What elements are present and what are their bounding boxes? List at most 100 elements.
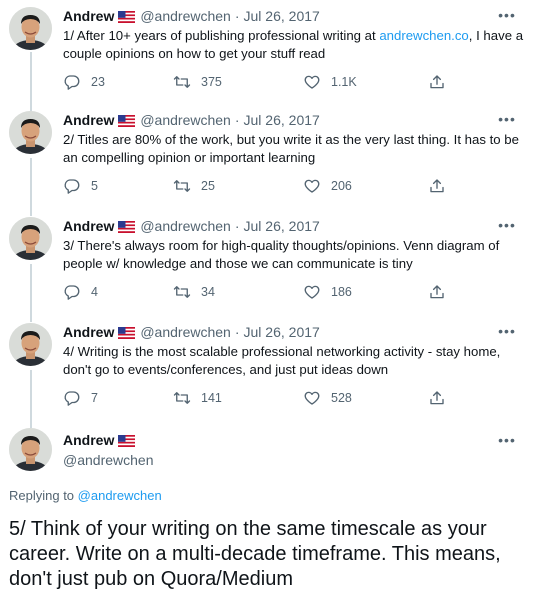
tweet-date[interactable]: Jul 26, 2017 — [244, 218, 320, 234]
tweet-link[interactable]: andrewchen.co — [379, 28, 468, 43]
like-count: 206 — [331, 179, 352, 193]
us-flag-icon — [118, 221, 136, 233]
retweet-icon — [173, 76, 191, 88]
tweet-date[interactable]: Jul 26, 2017 — [244, 112, 320, 128]
like-button[interactable]: 1.1K — [303, 73, 357, 91]
author-name[interactable]: Andrew — [63, 324, 114, 340]
us-flag-icon — [118, 327, 136, 339]
reply-button[interactable]: 23 — [63, 73, 105, 91]
tweet-header: Andrew — [63, 432, 140, 448]
more-icon[interactable]: ••• — [497, 6, 517, 24]
tweet-header: Andrew @andrewchen · Jul 26, 2017 — [63, 7, 320, 25]
retweet-count: 141 — [201, 391, 222, 405]
more-icon[interactable]: ••• — [497, 216, 517, 234]
tweet-date[interactable]: Jul 26, 2017 — [244, 324, 320, 340]
us-flag-icon — [118, 435, 136, 447]
heart-icon — [304, 285, 320, 299]
tweet[interactable]: Andrew @andrewchen · Jul 26, 2017 ••• 3/… — [0, 210, 533, 316]
like-button[interactable]: 528 — [303, 389, 352, 407]
reply-icon — [64, 285, 80, 300]
author-name[interactable]: Andrew — [63, 112, 114, 128]
share-button[interactable] — [428, 389, 446, 407]
more-icon[interactable]: ••• — [497, 322, 517, 340]
replying-prefix: Replying to — [9, 488, 78, 503]
author-handle[interactable]: @andrewchen — [63, 452, 154, 468]
heart-icon — [304, 75, 320, 89]
avatar[interactable] — [9, 217, 52, 260]
tweet-actions: 5 25 206 — [63, 177, 463, 195]
tweet-text-part: 1/ After 10+ years of publishing profess… — [63, 28, 380, 43]
tweet-thread: Andrew @andrewchen · Jul 26, 2017 ••• 1/… — [0, 0, 533, 594]
avatar[interactable] — [9, 111, 52, 154]
reply-count: 23 — [91, 75, 105, 89]
author-name[interactable]: Andrew — [63, 432, 114, 448]
share-icon — [430, 179, 444, 193]
reply-button[interactable]: 4 — [63, 283, 98, 301]
author-name[interactable]: Andrew — [63, 8, 114, 24]
share-icon — [430, 391, 444, 405]
tweet-text: 4/ Writing is the most scalable professi… — [63, 343, 525, 379]
retweet-count: 34 — [201, 285, 215, 299]
like-count: 528 — [331, 391, 352, 405]
main-tweet: Andrew @andrewchen ••• Replying to @andr… — [0, 422, 533, 594]
like-button[interactable]: 206 — [303, 177, 352, 195]
author-handle[interactable]: @andrewchen — [140, 112, 231, 128]
reply-button[interactable]: 7 — [63, 389, 98, 407]
share-icon — [430, 75, 444, 89]
tweet[interactable]: Andrew @andrewchen · Jul 26, 2017 ••• 4/… — [0, 316, 533, 422]
share-button[interactable] — [428, 283, 446, 301]
retweet-button[interactable]: 375 — [173, 73, 222, 91]
tweet-text-part: 4/ Writing is the most scalable professi… — [63, 344, 501, 377]
author-handle[interactable]: @andrewchen — [140, 8, 231, 24]
tweet-text-part: 3/ There's always room for high-quality … — [63, 238, 500, 271]
reply-count: 4 — [91, 285, 98, 299]
author-handle[interactable]: @andrewchen — [140, 324, 231, 340]
reply-icon — [64, 179, 80, 194]
share-button[interactable] — [428, 73, 446, 91]
like-button[interactable]: 186 — [303, 283, 352, 301]
reply-button[interactable]: 5 — [63, 177, 98, 195]
reply-count: 7 — [91, 391, 98, 405]
more-icon[interactable]: ••• — [497, 431, 517, 449]
share-icon — [430, 285, 444, 299]
author-name[interactable]: Andrew — [63, 218, 114, 234]
retweet-button[interactable]: 34 — [173, 283, 215, 301]
replying-to: Replying to @andrewchen — [9, 488, 162, 503]
tweet-header: Andrew @andrewchen · Jul 26, 2017 — [63, 217, 320, 235]
share-button[interactable] — [428, 177, 446, 195]
more-icon[interactable]: ••• — [497, 110, 517, 128]
replying-to-link[interactable]: @andrewchen — [78, 488, 162, 503]
author-handle[interactable]: @andrewchen — [140, 218, 231, 234]
retweet-icon — [173, 286, 191, 298]
retweet-button[interactable]: 141 — [173, 389, 222, 407]
heart-icon — [304, 179, 320, 193]
tweet-actions: 7 141 528 — [63, 389, 463, 407]
tweet-text: 1/ After 10+ years of publishing profess… — [63, 27, 525, 63]
us-flag-icon — [118, 11, 136, 23]
like-count: 186 — [331, 285, 352, 299]
separator: · — [234, 324, 240, 340]
reply-count: 5 — [91, 179, 98, 193]
avatar[interactable] — [9, 428, 52, 471]
retweet-icon — [173, 180, 191, 192]
retweet-button[interactable]: 25 — [173, 177, 215, 195]
like-count: 1.1K — [331, 75, 357, 89]
tweet-date[interactable]: Jul 26, 2017 — [244, 8, 320, 24]
tweet-text-part: 2/ Titles are 80% of the work, but you w… — [63, 132, 519, 165]
tweet-header: Andrew @andrewchen · Jul 26, 2017 — [63, 111, 320, 129]
reply-icon — [64, 75, 80, 90]
tweet[interactable]: Andrew @andrewchen · Jul 26, 2017 ••• 2/… — [0, 104, 533, 210]
tweet-text: 3/ There's always room for high-quality … — [63, 237, 525, 273]
avatar[interactable] — [9, 323, 52, 366]
avatar[interactable] — [9, 7, 52, 50]
retweet-count: 25 — [201, 179, 215, 193]
tweet[interactable]: Andrew @andrewchen · Jul 26, 2017 ••• 1/… — [0, 0, 533, 104]
separator: · — [234, 8, 240, 24]
main-tweet-text: 5/ Think of your writing on the same tim… — [9, 518, 501, 590]
retweet-count: 375 — [201, 75, 222, 89]
separator: · — [234, 218, 240, 234]
tweet-actions: 23 375 1.1K — [63, 73, 463, 91]
tweet-header: Andrew @andrewchen · Jul 26, 2017 — [63, 323, 320, 341]
us-flag-icon — [118, 115, 136, 127]
separator: · — [234, 112, 240, 128]
